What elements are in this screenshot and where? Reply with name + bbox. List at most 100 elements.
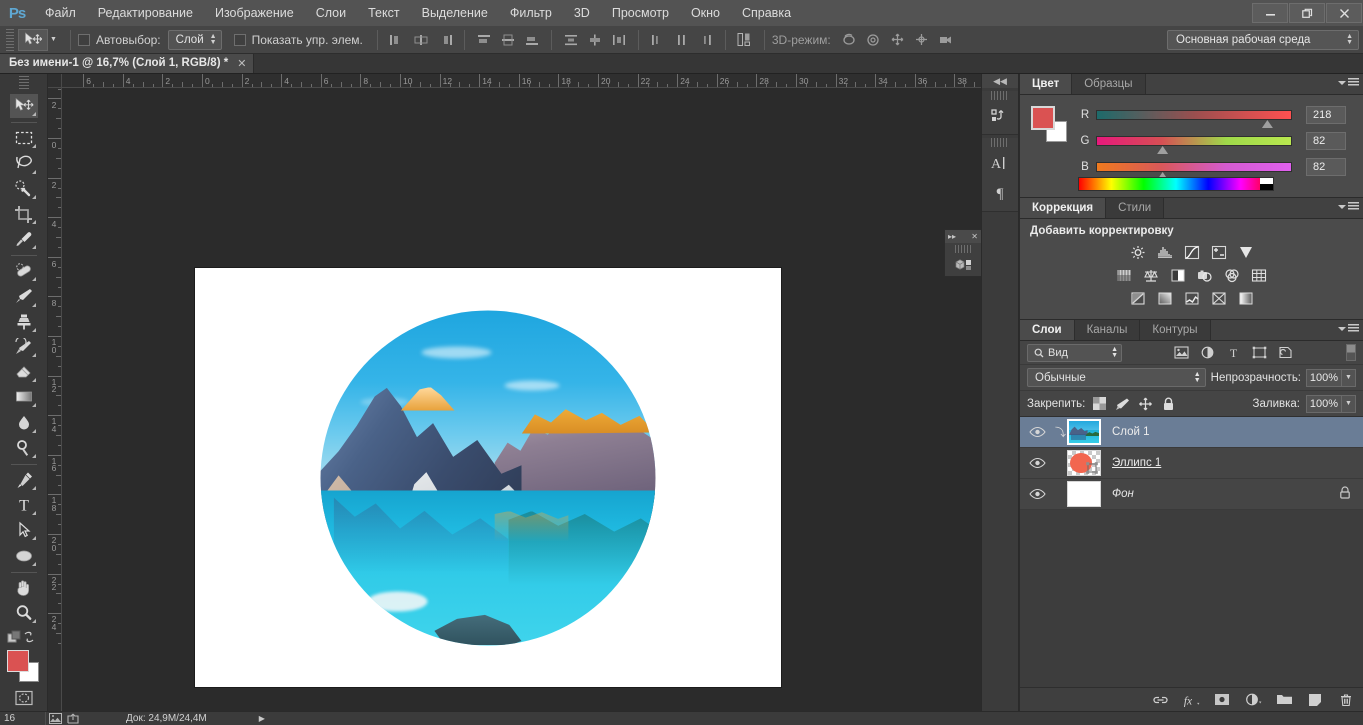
panel-grip[interactable] xyxy=(991,91,1009,100)
layer-name[interactable]: Эллипс 1 xyxy=(1112,457,1161,469)
tab-color[interactable]: Цвет xyxy=(1020,74,1073,94)
posterize-icon[interactable] xyxy=(1155,289,1175,307)
layer-style-fx-icon[interactable]: fx xyxy=(1182,691,1200,709)
lock-all-icon[interactable] xyxy=(1160,395,1177,412)
lasso-tool[interactable] xyxy=(10,151,38,175)
panel-grip[interactable] xyxy=(991,138,1009,147)
fill-value[interactable]: 100% xyxy=(1306,394,1342,413)
paragraph-icon[interactable]: ¶ xyxy=(985,179,1015,207)
floating-3d-panel[interactable]: ▸▸ ✕ xyxy=(944,229,982,277)
layer-visibility-toggle[interactable] xyxy=(1020,457,1054,469)
menu-3d[interactable]: 3D xyxy=(563,0,601,26)
chevron-down-icon[interactable]: ▼ xyxy=(1342,394,1356,413)
exposure-icon[interactable] xyxy=(1209,243,1229,261)
layer-name[interactable]: Слой 1 xyxy=(1112,426,1150,438)
character-icon[interactable]: A xyxy=(985,149,1015,177)
artboard[interactable] xyxy=(195,268,781,687)
gradient-map-icon[interactable] xyxy=(1236,289,1256,307)
layer-filter-select[interactable]: Вид ▲ ▼ xyxy=(1027,343,1122,362)
distribute-bottom-icon[interactable] xyxy=(608,30,630,50)
tab-layers[interactable]: Слои xyxy=(1020,320,1075,340)
quick-selection-tool[interactable] xyxy=(10,177,38,201)
align-top-edges-icon[interactable] xyxy=(473,30,495,50)
vertical-ruler[interactable]: 42024681012141618202224 xyxy=(48,88,62,711)
slider-knob[interactable] xyxy=(1261,120,1273,128)
color-balance-icon[interactable] xyxy=(1141,266,1161,284)
new-group-icon[interactable] xyxy=(1275,691,1293,709)
color-swatches[interactable] xyxy=(6,650,41,683)
history-actions-icon[interactable] xyxy=(985,102,1015,130)
align-right-edges-icon[interactable] xyxy=(434,30,456,50)
foreground-color-swatch[interactable] xyxy=(1031,106,1055,130)
show-transform-checkbox[interactable] xyxy=(233,33,246,46)
blur-tool[interactable] xyxy=(10,410,38,434)
menu-file[interactable]: Файл xyxy=(34,0,87,26)
channel-value-r[interactable]: 218 xyxy=(1306,106,1346,124)
pen-tool[interactable] xyxy=(10,468,38,492)
selective-color-icon[interactable] xyxy=(1209,289,1229,307)
path-selection-tool[interactable] xyxy=(10,518,38,542)
menu-edit[interactable]: Редактирование xyxy=(87,0,204,26)
menu-type[interactable]: Текст xyxy=(357,0,410,26)
color-lookup-icon[interactable] xyxy=(1249,266,1269,284)
eraser-tool[interactable] xyxy=(10,360,38,384)
align-horizontal-centers-icon[interactable] xyxy=(410,30,432,50)
layer-thumbnail[interactable] xyxy=(1067,481,1101,507)
3d-properties-icon[interactable] xyxy=(945,253,981,276)
status-menu-arrow-icon[interactable]: ▶ xyxy=(259,714,265,723)
tab-swatches[interactable]: Образцы xyxy=(1072,74,1146,94)
3d-camera-icon[interactable] xyxy=(935,30,957,50)
type-filter-icon[interactable]: T xyxy=(1223,344,1244,362)
new-layer-icon[interactable] xyxy=(1306,691,1324,709)
black-white-icon[interactable] xyxy=(1168,266,1188,284)
menu-select[interactable]: Выделение xyxy=(411,0,499,26)
layer-visibility-toggle[interactable] xyxy=(1020,488,1054,500)
history-brush-tool[interactable] xyxy=(10,335,38,359)
panel-menu-button[interactable] xyxy=(1338,78,1359,87)
preview-toggle-icon[interactable] xyxy=(46,712,64,725)
menu-layers[interactable]: Слои xyxy=(305,0,357,26)
expand-icon[interactable]: ▸▸ xyxy=(948,232,956,241)
toolbox-grip[interactable] xyxy=(18,76,29,91)
blend-mode-select[interactable]: Обычные ▲ ▼ xyxy=(1027,368,1206,387)
zoom-tool[interactable] xyxy=(10,601,38,625)
channel-value-b[interactable]: 82 xyxy=(1306,158,1346,176)
tool-preset-chevron-icon[interactable]: ▼ xyxy=(50,36,57,43)
levels-icon[interactable] xyxy=(1155,243,1175,261)
type-tool[interactable]: T xyxy=(10,493,38,517)
fill-control[interactable]: 100% ▼ xyxy=(1306,394,1356,413)
menu-window[interactable]: Окно xyxy=(680,0,731,26)
canvas-area[interactable] xyxy=(62,88,981,711)
channel-mixer-icon[interactable] xyxy=(1222,266,1242,284)
crop-tool[interactable] xyxy=(10,202,38,226)
brush-tool[interactable] xyxy=(10,284,38,308)
collapse-panels-button[interactable]: ◀◀ xyxy=(982,74,1018,88)
panel-menu-button[interactable] xyxy=(1338,202,1359,211)
tab-adjustments[interactable]: Коррекция xyxy=(1020,198,1107,218)
menu-help[interactable]: Справка xyxy=(731,0,802,26)
share-icon[interactable] xyxy=(64,712,82,725)
channel-slider-g[interactable] xyxy=(1096,136,1292,154)
workspace-select[interactable]: Основная рабочая среда ▲ ▼ xyxy=(1167,30,1359,50)
opacity-value[interactable]: 100% xyxy=(1306,368,1342,387)
autoselect-scope-select[interactable]: Слой ▲ ▼ xyxy=(167,29,222,50)
adjustment-filter-icon[interactable] xyxy=(1197,344,1218,362)
zoom-level-field[interactable]: 16 xyxy=(0,712,46,725)
close-icon[interactable]: ✕ xyxy=(237,57,246,70)
add-mask-icon[interactable] xyxy=(1213,691,1231,709)
lock-image-icon[interactable] xyxy=(1114,395,1131,412)
layer-thumbnail[interactable] xyxy=(1067,450,1101,476)
gradient-tool[interactable] xyxy=(10,385,38,409)
opacity-control[interactable]: 100% ▼ xyxy=(1306,368,1356,387)
document-tab[interactable]: Без имени-1 @ 16,7% (Слой 1, RGB/8) * ✕ xyxy=(0,53,255,73)
distribute-center-icon[interactable] xyxy=(584,30,606,50)
move-tool[interactable] xyxy=(9,93,38,119)
pixel-filter-icon[interactable] xyxy=(1171,344,1192,362)
restore-button[interactable] xyxy=(1289,3,1325,23)
rectangular-marquee-tool[interactable] xyxy=(10,126,38,150)
smart-object-filter-icon[interactable] xyxy=(1275,344,1296,362)
curves-icon[interactable] xyxy=(1182,243,1202,261)
lock-transparent-icon[interactable] xyxy=(1091,395,1108,412)
chevron-down-icon[interactable]: ▼ xyxy=(1342,368,1356,387)
tab-channels[interactable]: Каналы xyxy=(1074,320,1141,340)
